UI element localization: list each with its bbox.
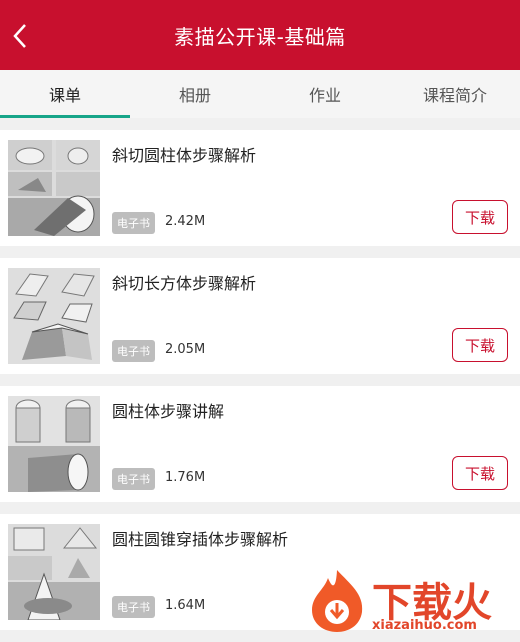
file-size: 1.64M (165, 598, 206, 613)
app-header: 素描公开课-基础篇 (0, 0, 520, 70)
chevron-left-icon (13, 24, 26, 48)
download-button[interactable]: 下载 (452, 328, 508, 362)
page-title: 素描公开课-基础篇 (174, 24, 346, 49)
tab-course-list[interactable]: 课单 (0, 70, 130, 118)
item-title: 圆柱体步骤讲解 (112, 402, 225, 421)
course-list: 斜切圆柱体步骤解析 电子书 2.42M 下载 斜切长方体步骤解析 电子书 2.0… (0, 130, 520, 642)
thumbnail-image (8, 524, 100, 620)
ebook-badge: 电子书 (112, 468, 155, 490)
ebook-badge: 电子书 (112, 596, 155, 618)
file-size: 1.76M (165, 470, 206, 485)
item-title: 斜切圆柱体步骤解析 (112, 146, 257, 165)
thumbnail-image (8, 268, 100, 364)
download-button[interactable]: 下载 (452, 200, 508, 234)
tab-course-intro[interactable]: 课程简介 (390, 70, 520, 118)
tab-homework[interactable]: 作业 (260, 70, 390, 118)
tab-bar: 课单 相册 作业 课程简介 (0, 70, 520, 118)
file-size: 2.42M (165, 214, 206, 229)
thumbnail-image (8, 140, 100, 236)
ebook-badge: 电子书 (112, 340, 155, 362)
item-title: 斜切长方体步骤解析 (112, 274, 257, 293)
list-item[interactable]: 斜切圆柱体步骤解析 电子书 2.42M 下载 (0, 130, 520, 246)
back-button[interactable] (6, 22, 34, 50)
tab-album[interactable]: 相册 (130, 70, 260, 118)
file-size: 2.05M (165, 342, 206, 357)
ebook-badge: 电子书 (112, 212, 155, 234)
download-button[interactable]: 下载 (452, 456, 508, 490)
thumbnail-image (8, 396, 100, 492)
item-title: 圆柱圆锥穿插体步骤解析 (112, 530, 289, 549)
list-item[interactable]: 斜切长方体步骤解析 电子书 2.05M 下载 (0, 258, 520, 374)
list-item[interactable]: 圆柱圆锥穿插体步骤解析 电子书 1.64M (0, 514, 520, 630)
list-item[interactable]: 圆柱体步骤讲解 电子书 1.76M 下载 (0, 386, 520, 502)
